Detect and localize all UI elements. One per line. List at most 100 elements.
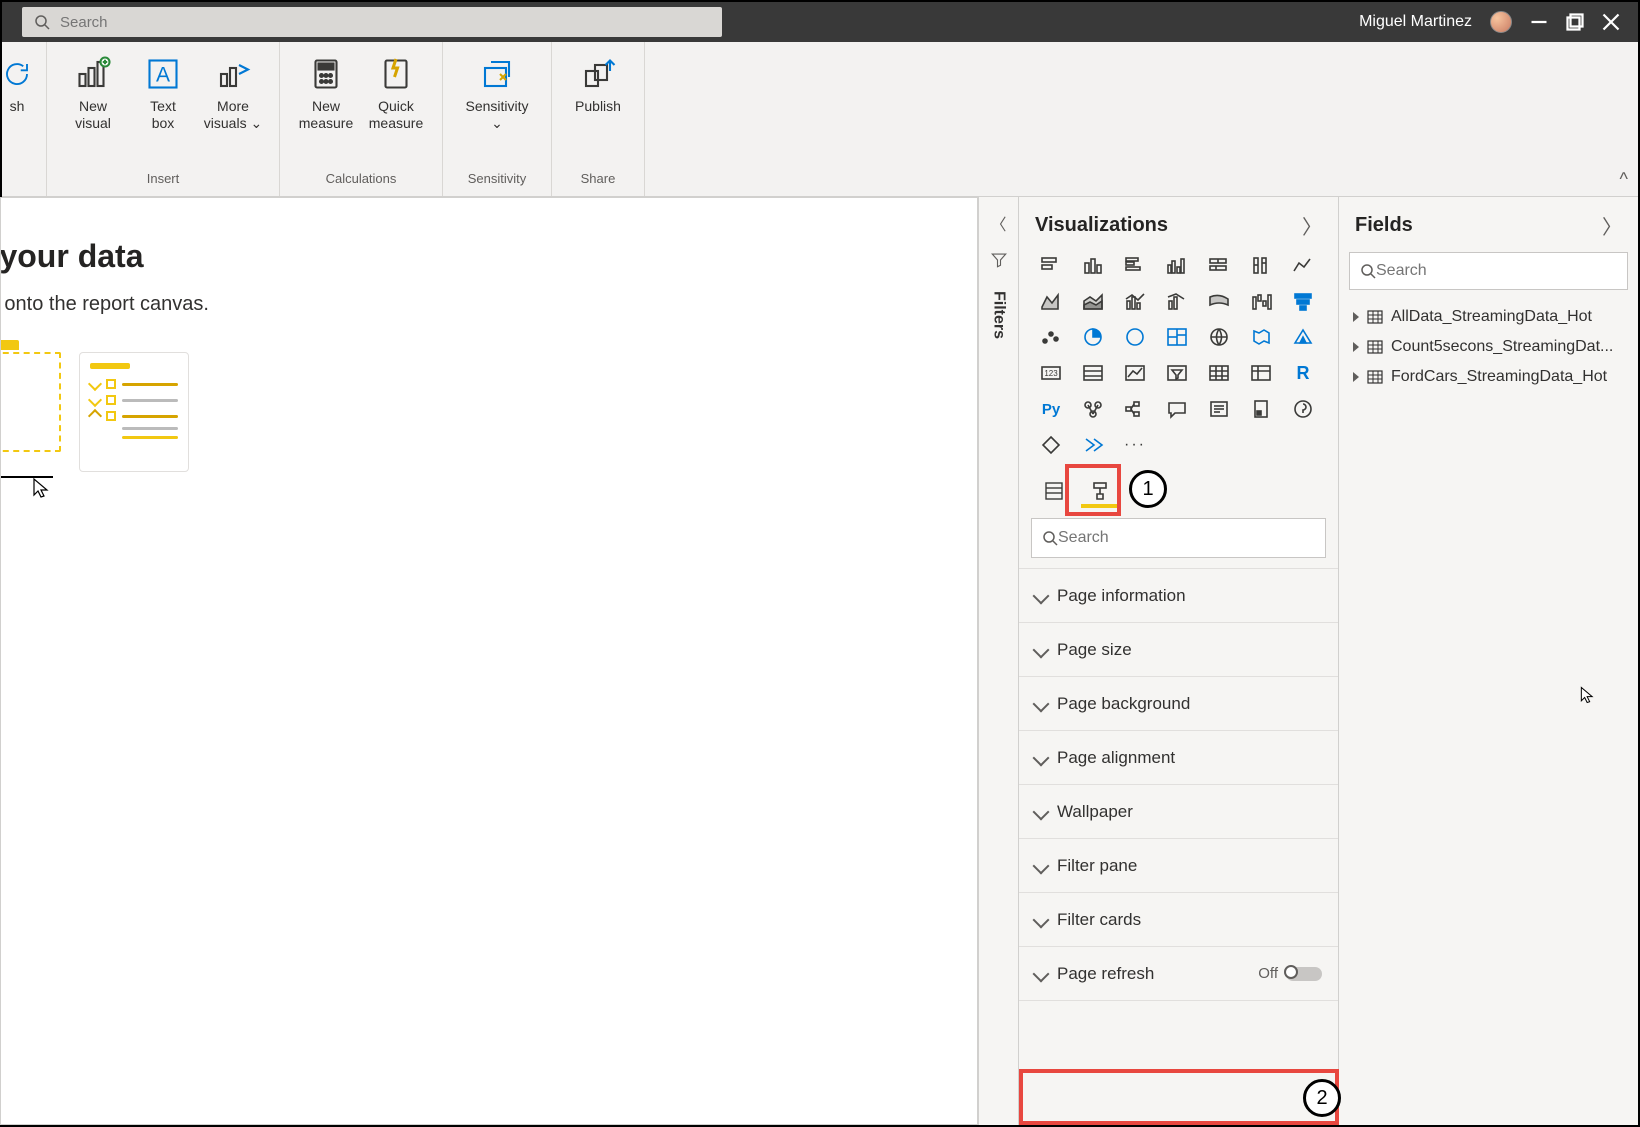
slicer-icon[interactable] (1161, 360, 1193, 386)
section-page-refresh[interactable]: Page refresh Off (1019, 947, 1338, 1001)
page-refresh-toggle[interactable]: Off (1258, 965, 1322, 982)
treemap-icon[interactable] (1161, 324, 1193, 350)
close-button[interactable] (1602, 13, 1620, 31)
format-sections: Page information Page size Page backgrou… (1019, 568, 1338, 1001)
section-page-background[interactable]: Page background (1019, 677, 1338, 731)
clustered-column-icon[interactable] (1161, 252, 1193, 278)
field-table[interactable]: Count5secons_StreamingDat... (1339, 332, 1638, 362)
minimize-button[interactable] (1530, 13, 1548, 31)
line-chart-icon[interactable] (1287, 252, 1319, 278)
funnel-icon[interactable] (1287, 288, 1319, 314)
global-search[interactable] (22, 7, 722, 37)
fields-tab[interactable] (1035, 474, 1073, 508)
title-bar: Miguel Martinez (2, 2, 1638, 42)
map-icon[interactable] (1203, 324, 1235, 350)
fields-search-input[interactable] (1376, 262, 1617, 280)
ribbon-group-label: Insert (147, 171, 180, 192)
section-wallpaper[interactable]: Wallpaper (1019, 785, 1338, 839)
svg-text:A: A (156, 64, 170, 87)
canvas-hint-subtitle: Fields pane onto the report canvas. (0, 293, 977, 316)
card-icon[interactable]: 123 (1035, 360, 1067, 386)
ribbon: sh Newvisual A Textbox Morevisuals ⌄ Ins… (2, 42, 1638, 197)
ribbon-group-sensitivity: Sensitivity⌄ Sensitivity (443, 42, 552, 196)
collapse-fields-icon[interactable]: 〉 (1602, 211, 1622, 240)
new-visual-button[interactable]: Newvisual (61, 50, 125, 171)
power-apps-icon[interactable] (1035, 432, 1067, 458)
main-area: ls with your data Fields pane onto the r… (2, 197, 1638, 1125)
donut-icon[interactable] (1119, 324, 1151, 350)
hundred-bar-icon[interactable] (1203, 252, 1235, 278)
field-table[interactable]: FordCars_StreamingData_Hot (1339, 362, 1638, 392)
collapse-visualizations-icon[interactable]: 〉 (1302, 211, 1322, 240)
r-visual-icon[interactable]: R (1287, 360, 1319, 386)
line-column-icon[interactable] (1119, 288, 1151, 314)
collapse-ribbon-button[interactable]: ^ (1620, 169, 1628, 190)
expand-icon (1353, 342, 1359, 352)
stacked-bar-icon[interactable] (1035, 252, 1067, 278)
format-search-input[interactable] (1058, 529, 1315, 547)
section-filter-pane[interactable]: Filter pane (1019, 839, 1338, 893)
format-tab[interactable] (1081, 474, 1119, 508)
paginated-icon[interactable] (1245, 396, 1277, 422)
filters-pane-collapsed[interactable]: 〈 Filters (978, 197, 1018, 1125)
ribbon-group-insert: Newvisual A Textbox Morevisuals ⌄ Insert (47, 42, 280, 196)
visualizations-pane: Visualizations 〉 (1018, 197, 1338, 1125)
azure-map-icon[interactable] (1287, 324, 1319, 350)
stacked-column-icon[interactable] (1077, 252, 1109, 278)
quick-measure-button[interactable]: Quickmeasure (364, 50, 428, 171)
table-icon[interactable] (1203, 360, 1235, 386)
kpi-icon[interactable] (1119, 360, 1151, 386)
visualizations-title: Visualizations (1035, 214, 1168, 237)
table-icon (1367, 339, 1383, 355)
hundred-column-icon[interactable] (1245, 252, 1277, 278)
multi-card-icon[interactable] (1077, 360, 1109, 386)
waterfall-icon[interactable] (1245, 288, 1277, 314)
search-icon (1042, 530, 1058, 546)
new-measure-button[interactable]: Newmeasure (294, 50, 358, 171)
section-filter-cards[interactable]: Filter cards (1019, 893, 1338, 947)
fields-pane: Fields 〉 AllData_StreamingData_Hot Count… (1338, 197, 1638, 1125)
clustered-bar-icon[interactable] (1119, 252, 1151, 278)
key-influencers-icon[interactable] (1077, 396, 1109, 422)
area-chart-icon[interactable] (1035, 288, 1067, 314)
avatar[interactable] (1490, 11, 1512, 33)
py-visual-icon[interactable]: Py (1035, 396, 1067, 422)
ribbon-group-label: Calculations (326, 171, 397, 192)
more-visuals-icon[interactable]: ··· (1119, 432, 1151, 458)
arcgis-icon[interactable] (1287, 396, 1319, 422)
expand-icon (1353, 372, 1359, 382)
report-canvas[interactable]: ls with your data Fields pane onto the r… (0, 197, 978, 1125)
cursor-icon (31, 476, 55, 500)
line-clustered-icon[interactable] (1161, 288, 1193, 314)
callout-2: 2 (1303, 1079, 1341, 1117)
sensitivity-button[interactable]: Sensitivity⌄ (457, 50, 537, 171)
ribbon-group-share: Publish Share (552, 42, 645, 196)
fields-search[interactable] (1349, 252, 1628, 290)
stacked-area-icon[interactable] (1077, 288, 1109, 314)
format-search[interactable] (1031, 518, 1326, 558)
smart-narrative-icon[interactable] (1203, 396, 1235, 422)
fields-title: Fields (1355, 214, 1413, 237)
qna-icon[interactable] (1161, 396, 1193, 422)
matrix-icon[interactable] (1245, 360, 1277, 386)
ribbon-chart-icon[interactable] (1203, 288, 1235, 314)
text-box-button[interactable]: A Textbox (131, 50, 195, 171)
section-page-information[interactable]: Page information (1019, 569, 1338, 623)
refresh-button[interactable]: sh (2, 50, 32, 171)
global-search-input[interactable] (60, 14, 710, 31)
pie-icon[interactable] (1077, 324, 1109, 350)
canvas-hint-title: ls with your data (0, 238, 977, 275)
more-visuals-button[interactable]: Morevisuals ⌄ (201, 50, 265, 171)
power-automate-icon[interactable] (1077, 432, 1109, 458)
filter-icon (990, 251, 1008, 269)
section-page-alignment[interactable]: Page alignment (1019, 731, 1338, 785)
publish-button[interactable]: Publish (566, 50, 630, 171)
decomposition-icon[interactable] (1119, 396, 1151, 422)
maximize-button[interactable] (1566, 13, 1584, 31)
field-table[interactable]: AllData_StreamingData_Hot (1339, 302, 1638, 332)
section-page-size[interactable]: Page size (1019, 623, 1338, 677)
expand-filters-icon[interactable]: 〈 (990, 211, 1006, 235)
scatter-icon[interactable] (1035, 324, 1067, 350)
ribbon-group-label: Sensitivity (468, 171, 527, 192)
filled-map-icon[interactable] (1245, 324, 1277, 350)
